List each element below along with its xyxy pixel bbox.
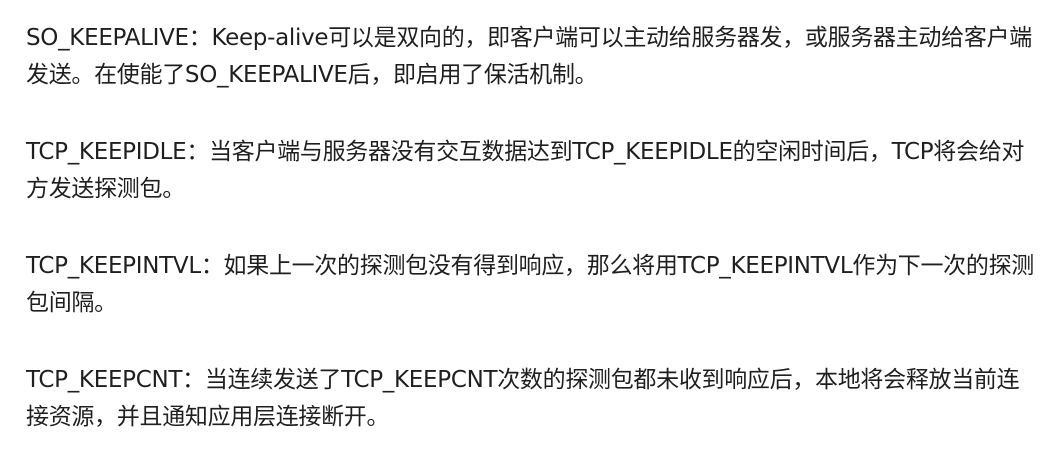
term-separator: ： <box>186 139 210 165</box>
term-separator: ： <box>200 253 224 279</box>
term-so-keepalive: SO_KEEPALIVE <box>26 25 189 51</box>
paragraph-tcp-keepidle: TCP_KEEPIDLE：当客户端与服务器没有交互数据达到TCP_KEEPIDL… <box>26 134 1042 208</box>
term-separator: ： <box>182 367 205 393</box>
term-tcp-keepidle: TCP_KEEPIDLE <box>26 139 187 165</box>
document-body: SO_KEEPALIVE：Keep-alive可以是双向的，即客户端可以主动给服… <box>26 20 1042 436</box>
term-tcp-keepintvl: TCP_KEEPINTVL <box>26 253 201 279</box>
paragraph-tcp-keepcnt: TCP_KEEPCNT：当连续发送了TCP_KEEPCNT次数的探测包都未收到响… <box>26 362 1042 436</box>
paragraph-tcp-keepintvl: TCP_KEEPINTVL：如果上一次的探测包没有得到响应，那么将用TCP_KE… <box>26 248 1042 322</box>
term-tcp-keepcnt: TCP_KEEPCNT <box>26 367 183 393</box>
paragraph-so-keepalive: SO_KEEPALIVE：Keep-alive可以是双向的，即客户端可以主动给服… <box>26 20 1042 94</box>
term-separator: ： <box>188 25 212 51</box>
